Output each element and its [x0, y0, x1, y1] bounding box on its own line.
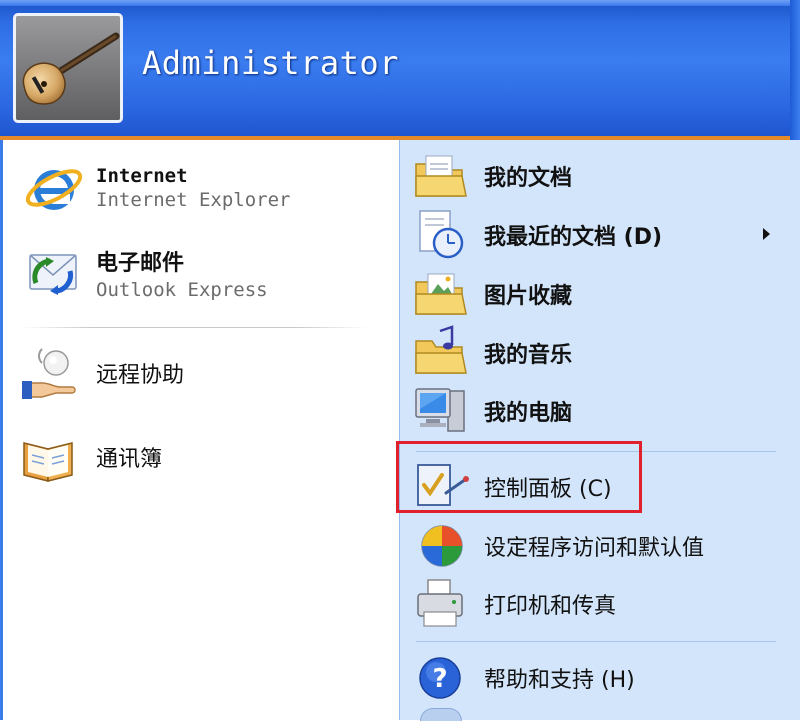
remote-assistance-icon	[20, 343, 80, 403]
pinned-item-title: 电子邮件	[96, 251, 185, 276]
recent-documents-icon	[412, 205, 472, 265]
place-my-documents[interactable]: 我的文档	[412, 146, 572, 206]
window-frame-edge-left	[0, 140, 3, 720]
printers-faxes-icon	[412, 574, 472, 634]
help-support-icon: ?	[412, 648, 472, 708]
user-avatar[interactable]	[13, 13, 123, 123]
guitar-picture-icon	[16, 16, 120, 120]
place-label: 我的电脑	[484, 401, 573, 426]
place-label: 我最近的文档 (D)	[484, 225, 663, 250]
pinned-item-title: Internet	[96, 165, 188, 187]
places-separator-2	[416, 641, 776, 642]
control-panel-highlight	[396, 441, 642, 513]
place-label: 图片收藏	[484, 284, 573, 309]
internet-explorer-icon	[24, 158, 84, 218]
outlook-express-icon	[24, 243, 84, 303]
start-menu-header: Administrator	[0, 0, 800, 140]
svg-text:?: ?	[432, 664, 447, 694]
place-help-support[interactable]: ? 帮助和支持 (H)	[412, 648, 635, 708]
place-set-program-access[interactable]: 设定程序访问和默认值	[412, 516, 704, 576]
set-program-access-icon	[412, 516, 472, 576]
place-my-pictures[interactable]: 图片收藏	[412, 264, 572, 324]
place-label: 我的音乐	[484, 343, 573, 368]
recent-item-address-book[interactable]: 通讯簿	[20, 427, 162, 487]
pinned-item-subtitle: Outlook Express	[96, 279, 268, 301]
recent-item-label: 通讯簿	[96, 447, 163, 472]
place-recent-documents[interactable]: 我最近的文档 (D)	[412, 205, 662, 265]
my-documents-icon	[412, 146, 472, 206]
place-label: 我的文档	[484, 166, 573, 191]
my-computer-icon	[412, 381, 472, 441]
pinned-item-subtitle: Internet Explorer	[96, 189, 291, 211]
recent-item-label: 远程协助	[96, 363, 185, 388]
pinned-item-email[interactable]: 电子邮件 Outlook Express	[24, 243, 268, 303]
my-music-icon	[412, 323, 472, 383]
place-label: 打印机和传真	[484, 594, 617, 619]
place-printers-faxes[interactable]: 打印机和传真	[412, 574, 616, 634]
address-book-icon	[20, 427, 80, 487]
pinned-separator	[22, 327, 367, 328]
partial-next-item-icon	[420, 708, 462, 721]
user-name: Administrator	[142, 44, 399, 82]
my-pictures-icon	[412, 264, 472, 324]
pinned-item-internet[interactable]: Internet Internet Explorer	[24, 158, 290, 218]
place-label: 帮助和支持 (H)	[484, 668, 635, 693]
place-my-music[interactable]: 我的音乐	[412, 323, 572, 383]
place-label: 设定程序访问和默认值	[484, 536, 705, 561]
submenu-arrow-icon	[763, 228, 770, 240]
recent-item-remote-assistance[interactable]: 远程协助	[20, 343, 184, 403]
place-my-computer[interactable]: 我的电脑	[412, 381, 572, 441]
